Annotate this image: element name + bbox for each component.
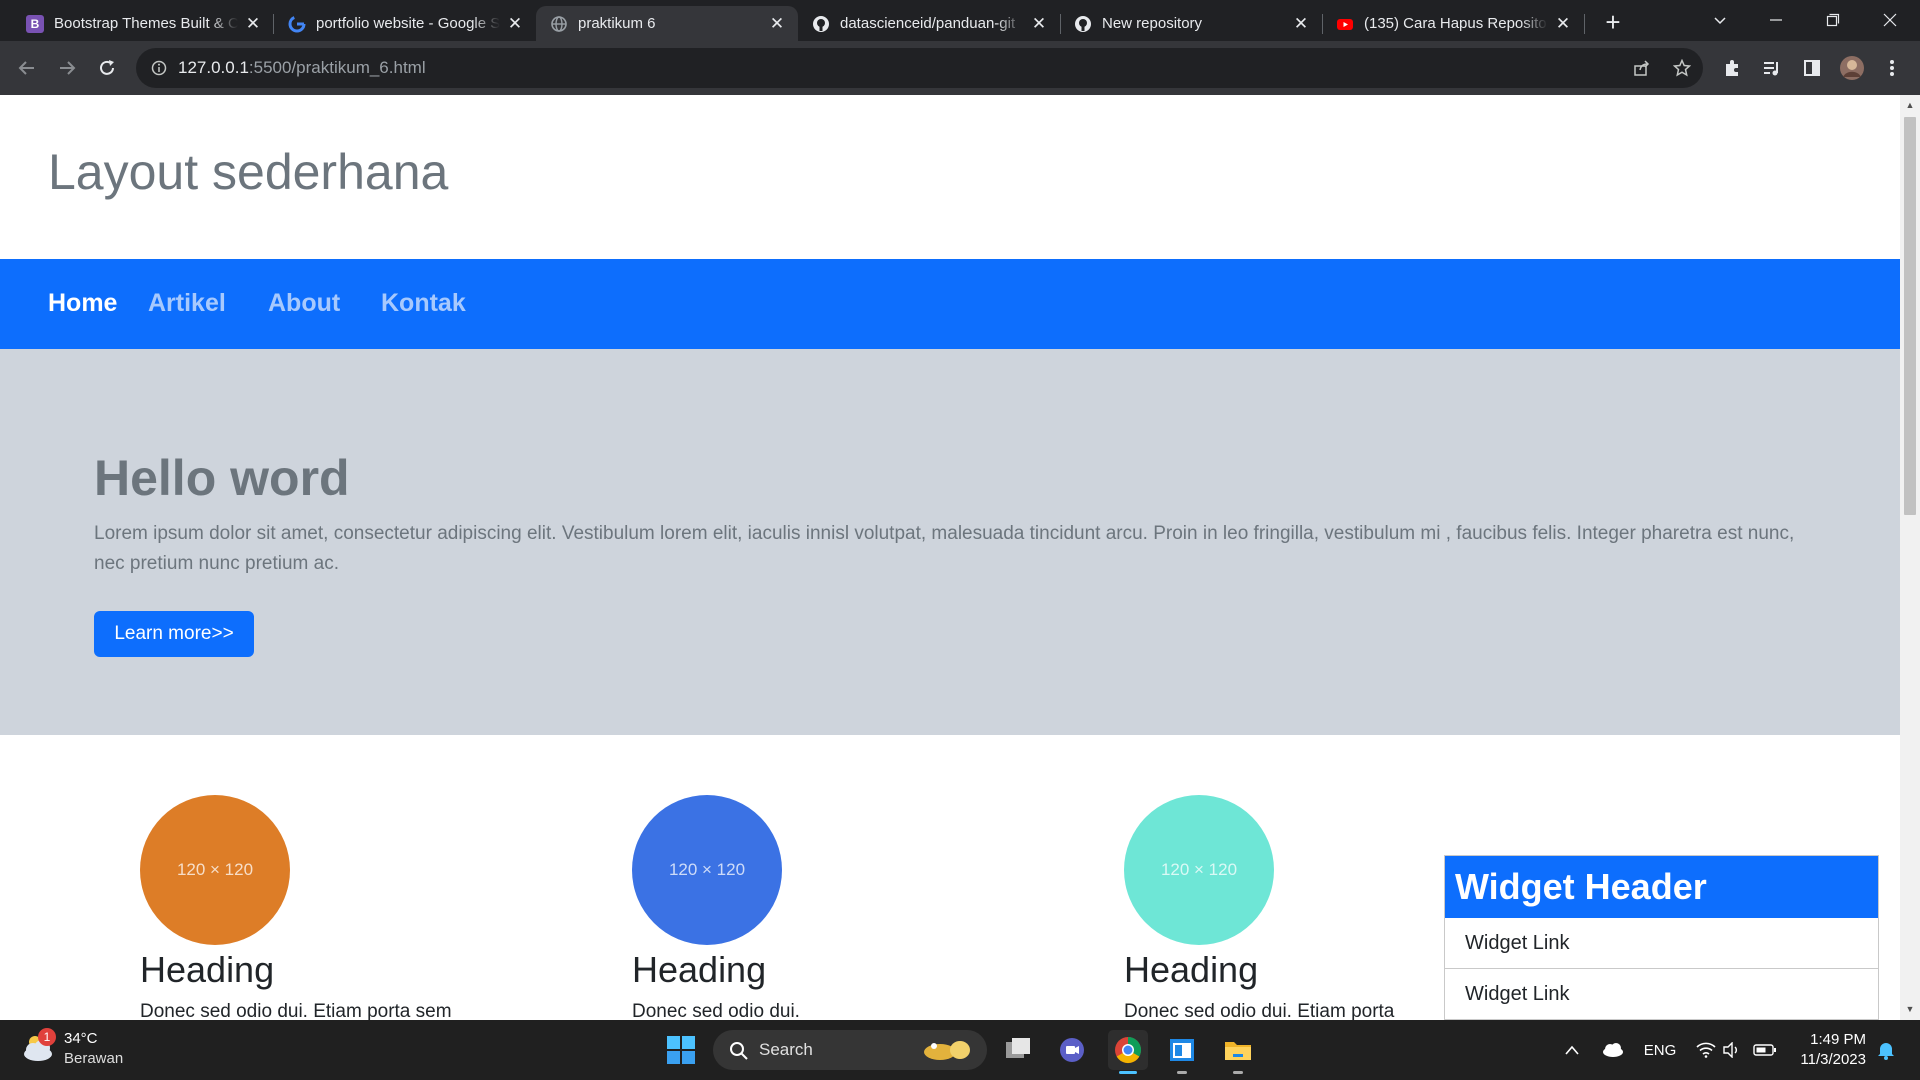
search-icon xyxy=(730,1042,748,1060)
task-view-icon[interactable] xyxy=(998,1030,1038,1070)
weather-widget[interactable]: 1 34°C Berawan xyxy=(20,1028,123,1071)
weather-temp: 34°C xyxy=(64,1030,98,1047)
close-icon[interactable]: ✕ xyxy=(1292,14,1310,33)
scroll-up-arrow[interactable]: ▲ xyxy=(1904,99,1916,111)
chrome-menu-icon[interactable] xyxy=(1877,53,1907,83)
bookmark-star-icon[interactable] xyxy=(1671,57,1693,79)
globe-icon xyxy=(550,15,568,33)
placeholder-image: 120 × 120 xyxy=(1124,795,1274,945)
clock-time: 1:49 PM xyxy=(1810,1031,1866,1048)
learn-more-button[interactable]: Learn more>> xyxy=(94,611,254,657)
tab-bootstrap-themes[interactable]: B Bootstrap Themes Built & Curated by th… xyxy=(12,6,274,41)
youtube-icon xyxy=(1336,15,1354,33)
volume-icon[interactable] xyxy=(1720,1038,1744,1062)
page-scrollbar[interactable]: ▲ ▼ xyxy=(1900,95,1920,1020)
close-icon[interactable]: ✕ xyxy=(1554,14,1572,33)
tab-strip: B Bootstrap Themes Built & Curated by th… xyxy=(0,0,1920,41)
search-highlight-icon xyxy=(924,1041,970,1060)
placeholder-image: 120 × 120 xyxy=(140,795,290,945)
tab-panduan-git[interactable]: datascienceid/panduan-git ✕ xyxy=(798,6,1060,41)
github-icon xyxy=(812,15,830,33)
windows-taskbar: 1 34°C Berawan Search ENG 1:49 PM 11/3/2… xyxy=(0,1020,1920,1080)
close-icon[interactable]: ✕ xyxy=(244,14,262,33)
tab-title: datascienceid/panduan-git xyxy=(840,15,1016,32)
clock-date: 11/3/2023 xyxy=(1800,1051,1866,1068)
battery-icon[interactable] xyxy=(1752,1038,1778,1062)
bootstrap-icon: B xyxy=(26,14,44,33)
profile-avatar[interactable] xyxy=(1837,53,1867,83)
close-icon[interactable]: ✕ xyxy=(506,14,524,33)
restore-button[interactable] xyxy=(1805,0,1861,40)
hero-jumbotron: Hello word Lorem ipsum dolor sit amet, c… xyxy=(0,349,1900,735)
site-title: Layout sederhana xyxy=(48,144,449,200)
hero-title: Hello word xyxy=(94,450,350,506)
column-text: Donec sed odio dui. xyxy=(632,1001,800,1020)
page-viewport: Layout sederhana Home Artikel About Kont… xyxy=(0,95,1900,1020)
extensions-icon[interactable] xyxy=(1717,53,1747,83)
vscode-taskbar-icon[interactable] xyxy=(1162,1030,1202,1074)
file-explorer-icon[interactable] xyxy=(1218,1030,1258,1074)
weather-condition: Berawan xyxy=(64,1050,124,1067)
google-icon xyxy=(288,15,306,33)
tab-title: portfolio website - Google Search xyxy=(316,15,500,32)
site-info-icon[interactable] xyxy=(148,57,170,79)
close-icon[interactable]: ✕ xyxy=(768,14,786,33)
nav-kontak[interactable]: Kontak xyxy=(381,289,466,318)
scroll-down-arrow[interactable]: ▼ xyxy=(1904,1003,1916,1015)
tab-title: Bootstrap Themes Built & Curated by the … xyxy=(54,15,238,32)
tab-title: praktikum 6 xyxy=(578,15,656,32)
placeholder-image: 120 × 120 xyxy=(632,795,782,945)
sidebar-widget: Widget Header Widget Link Widget Link xyxy=(1444,855,1879,1020)
back-icon[interactable] xyxy=(12,53,42,83)
url-text: 127.0.0.1:5500/praktikum_6.html xyxy=(178,58,426,77)
widget-link[interactable]: Widget Link xyxy=(1445,969,1878,1020)
tab-new-repository[interactable]: New repository ✕ xyxy=(1060,6,1322,41)
share-icon[interactable] xyxy=(1631,57,1653,79)
nav-artikel[interactable]: Artikel xyxy=(148,289,226,318)
media-control-icon[interactable] xyxy=(1757,53,1787,83)
system-clock[interactable]: 1:49 PM 11/3/2023 xyxy=(1792,1030,1866,1070)
address-bar[interactable]: 127.0.0.1:5500/praktikum_6.html xyxy=(136,48,1703,88)
notification-bell-icon[interactable] xyxy=(1874,1038,1898,1062)
feature-column-1: 120 × 120 Heading Donec sed odio dui. Et… xyxy=(140,795,540,1020)
column-heading: Heading xyxy=(140,949,275,990)
widget-header: Widget Header xyxy=(1445,856,1878,918)
onedrive-icon[interactable] xyxy=(1598,1038,1626,1062)
browser-toolbar: 127.0.0.1:5500/praktikum_6.html xyxy=(0,41,1920,95)
tab-title: (135) Cara Hapus Repository xyxy=(1364,15,1548,32)
wifi-icon[interactable] xyxy=(1694,1038,1718,1062)
tab-google-search[interactable]: portfolio website - Google Search ✕ xyxy=(274,6,536,41)
navbar: Home Artikel About Kontak xyxy=(0,259,1900,349)
weather-badge: 1 xyxy=(38,1028,56,1046)
github-icon xyxy=(1074,15,1092,33)
reload-icon[interactable] xyxy=(92,53,122,83)
column-heading: Heading xyxy=(632,949,767,990)
column-text: Donec sed odio dui. Etiam porta sem xyxy=(140,1001,452,1020)
hero-text: Lorem ipsum dolor sit amet, consectetur … xyxy=(94,523,1795,574)
side-panel-icon[interactable] xyxy=(1797,53,1827,83)
teams-chat-icon[interactable] xyxy=(1052,1030,1092,1070)
close-window-button[interactable] xyxy=(1862,0,1918,40)
tab-praktikum-6[interactable]: praktikum 6 ✕ xyxy=(536,6,798,41)
chrome-taskbar-icon[interactable] xyxy=(1108,1030,1148,1074)
new-tab-button[interactable]: + xyxy=(1599,7,1627,37)
feature-column-2: 120 × 120 Heading Donec sed odio dui. xyxy=(632,795,1032,1020)
nav-home[interactable]: Home xyxy=(48,289,117,318)
nav-about[interactable]: About xyxy=(268,289,340,318)
minimize-button[interactable] xyxy=(1748,0,1804,40)
scroll-thumb[interactable] xyxy=(1904,117,1916,515)
language-indicator[interactable]: ENG xyxy=(1642,1038,1678,1062)
taskbar-search[interactable]: Search xyxy=(713,1030,987,1070)
close-icon[interactable]: ✕ xyxy=(1030,14,1048,33)
search-label: Search xyxy=(759,1040,813,1059)
widget-link[interactable]: Widget Link xyxy=(1445,918,1878,969)
start-button[interactable] xyxy=(661,1030,701,1070)
tab-youtube[interactable]: (135) Cara Hapus Repository ✕ xyxy=(1322,6,1584,41)
chevron-up-icon[interactable] xyxy=(1560,1038,1584,1062)
forward-icon[interactable] xyxy=(52,53,82,83)
site-header: Layout sederhana xyxy=(0,95,1900,259)
tab-title: New repository xyxy=(1102,15,1203,32)
tab-search-icon[interactable] xyxy=(1692,0,1748,40)
